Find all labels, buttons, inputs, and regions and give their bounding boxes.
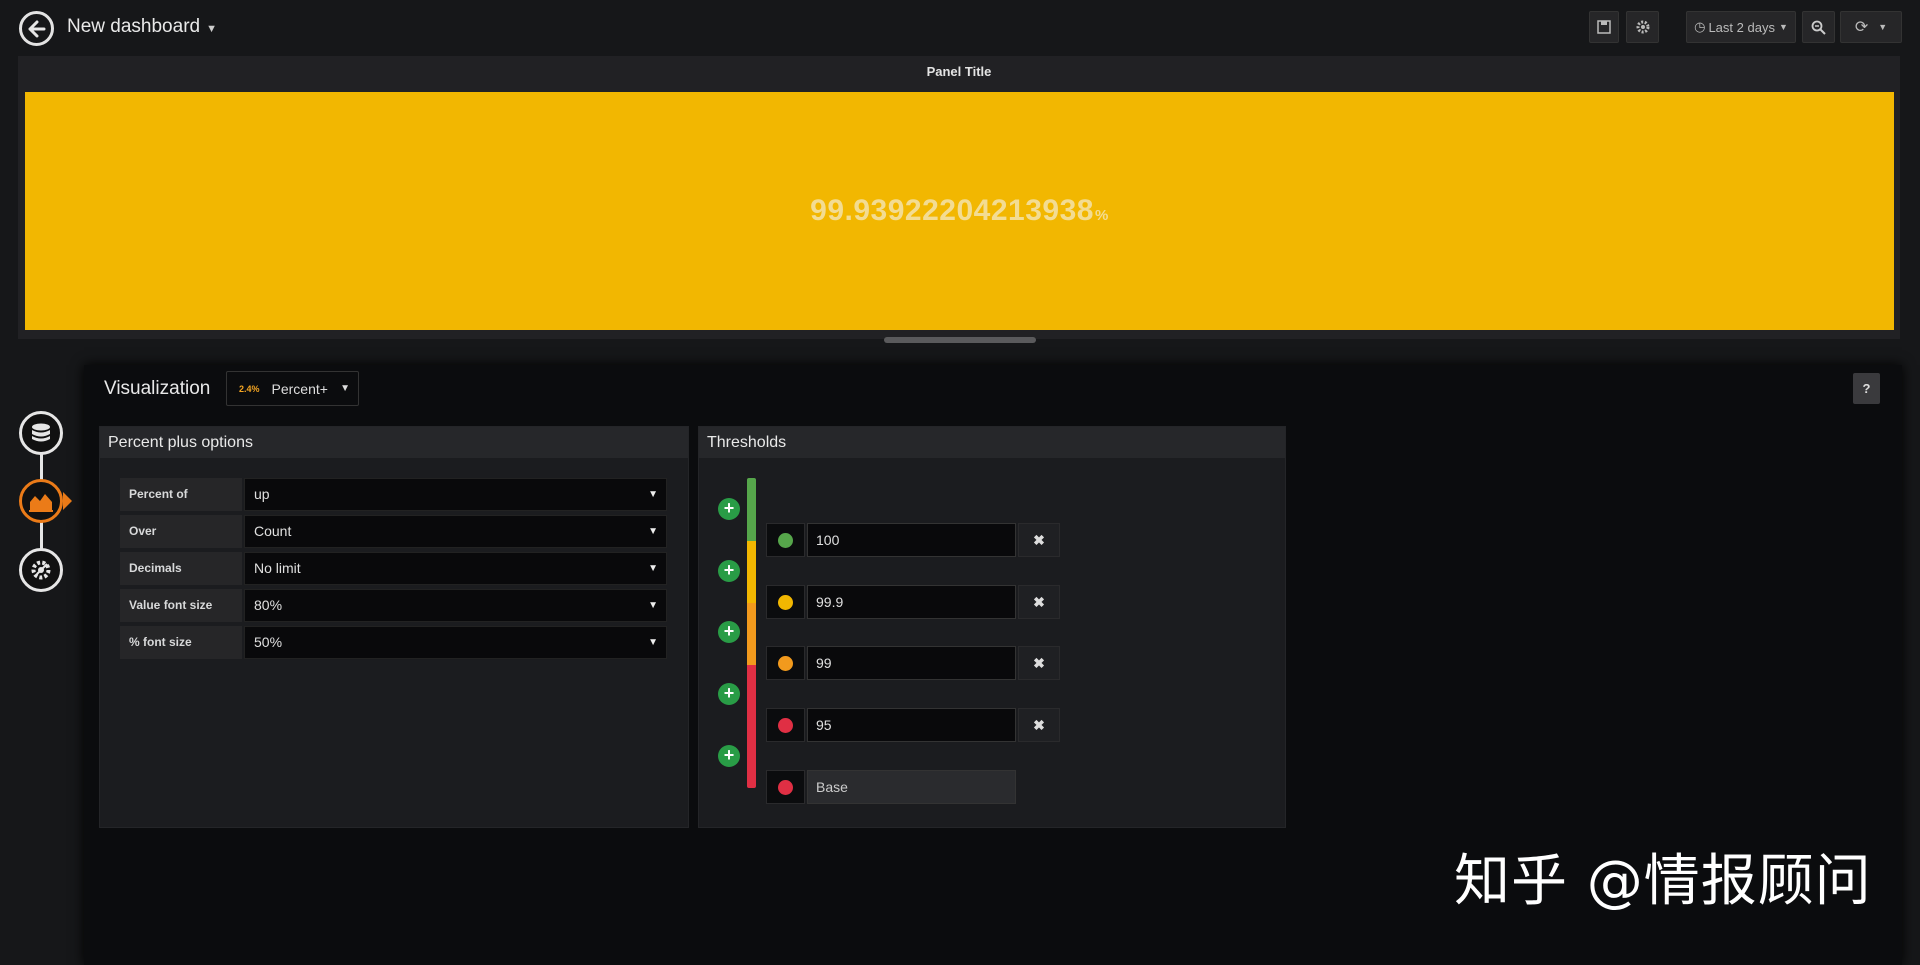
option-row-percent-font-size: % font size 50% ▼ [120,626,667,659]
value-font-size-select[interactable]: 80% ▼ [244,589,667,622]
color-dot [778,779,793,795]
add-threshold-button[interactable]: + [718,621,740,643]
option-row-over: Over Count ▼ [120,515,667,548]
percent-plus-options-group: Percent plus options Percent of up ▼ Over… [99,426,689,828]
option-label: Decimals [120,552,242,585]
panel-stat-area: 99.93922204213938% [25,92,1894,330]
watermark: 知乎 @情报顾问 [1454,849,1872,914]
add-threshold-button[interactable]: + [718,745,740,767]
top-navbar: New dashboard ▼ ◷ Last 2 days ▼ ⟳ ▼ [0,0,1920,55]
back-button[interactable] [19,11,54,46]
panel-stat-value: 99.93922204213938% [810,194,1109,228]
zoom-out-icon [1811,20,1826,35]
option-label: Percent of [120,478,242,511]
dashboard-title-text: New dashboard [67,16,201,37]
chart-area-icon [29,494,53,512]
group-title: Percent plus options [100,427,688,458]
visualization-tab[interactable] [19,479,63,523]
percent-plus-plugin-icon: 2.4% [239,383,260,394]
refresh-icon: ⟳ [1854,19,1869,36]
remove-threshold-button[interactable]: ✖ [1018,646,1060,680]
option-label: % font size [120,626,242,659]
threshold-value-input[interactable]: 99.9 [807,585,1016,619]
threshold-base-input: Base [807,770,1016,804]
panel-resize-handle[interactable] [884,337,1036,343]
chevron-down-icon: ▼ [206,23,217,35]
color-dot [778,594,793,610]
threshold-color-picker[interactable] [766,770,805,804]
threshold-bar-segment-green [747,478,756,541]
chevron-down-icon: ▼ [1778,22,1788,32]
threshold-bar-segment-orange [747,603,756,665]
threshold-color-picker[interactable] [766,708,805,742]
chevron-down-icon: ▼ [648,600,658,611]
settings-button[interactable] [1626,11,1659,43]
over-select[interactable]: Count ▼ [244,515,667,548]
threshold-color-picker[interactable] [766,585,805,619]
remove-threshold-button[interactable]: ✖ [1018,708,1060,742]
add-threshold-button[interactable]: + [718,560,740,582]
threshold-bar-segment-yellow [747,541,756,603]
active-tab-arrow-icon [63,492,72,510]
select-value: No limit [254,560,301,576]
threshold-color-picker[interactable] [766,523,805,557]
queries-tab[interactable] [19,411,63,455]
option-row-percent-of: Percent of up ▼ [120,478,667,511]
gear-icon [1636,20,1649,34]
add-threshold-button[interactable]: + [718,498,740,520]
add-threshold-button[interactable]: + [718,683,740,705]
save-icon [1597,20,1611,34]
panel-preview[interactable]: Panel Title 99.93922204213938% [18,56,1900,339]
percent-of-select[interactable]: up ▼ [244,478,667,511]
remove-threshold-button[interactable]: ✖ [1018,585,1060,619]
chevron-down-icon: ▼ [648,563,658,574]
decimals-select[interactable]: No limit ▼ [244,552,667,585]
panel-title[interactable]: Panel Title [18,64,1900,79]
general-settings-tab[interactable] [19,548,63,592]
zoom-out-button[interactable] [1802,11,1835,43]
select-value: 80% [254,597,283,613]
clock-icon: ◷ [1694,19,1706,34]
time-picker-button[interactable]: ◷ Last 2 days ▼ [1686,11,1796,43]
cog-wrench-icon [31,560,51,580]
stat-unit: % [1094,207,1109,224]
color-dot [778,532,793,548]
time-range-label: Last 2 days [1708,19,1775,35]
stat-number: 99.93922204213938 [810,194,1094,227]
select-value: Count [254,523,292,539]
chevron-down-icon: ▼ [648,489,658,500]
arrow-left-icon [28,20,45,37]
save-button[interactable] [1589,11,1619,43]
help-button[interactable]: ? [1853,373,1880,404]
color-dot [778,717,793,733]
thresholds-group: Thresholds [698,426,1286,828]
threshold-value-input[interactable]: 99 [807,646,1016,680]
select-value: 50% [254,634,283,650]
chevron-down-icon: ▼ [648,526,658,537]
dashboard-title[interactable]: New dashboard ▼ [67,16,217,38]
chevron-down-icon: ▼ [1878,22,1888,32]
threshold-color-picker[interactable] [766,646,805,680]
option-label: Value font size [120,589,242,622]
select-value: up [254,486,270,502]
threshold-bar-segment-red [747,665,756,788]
database-icon [32,423,50,442]
chevron-down-icon: ▼ [340,383,350,394]
threshold-value-input[interactable]: 95 [807,708,1016,742]
visualization-heading: Visualization [104,378,211,399]
color-dot [778,655,793,671]
remove-threshold-button[interactable]: ✖ [1018,523,1060,557]
percent-font-size-select[interactable]: 50% ▼ [244,626,667,659]
visualization-name: Percent+ [271,380,328,397]
option-label: Over [120,515,242,548]
option-row-value-font-size: Value font size 80% ▼ [120,589,667,622]
threshold-value-input[interactable]: 100 [807,523,1016,557]
refresh-button[interactable]: ⟳ ▼ [1840,11,1902,43]
threshold-color-bar [747,478,756,788]
visualization-picker[interactable]: 2.4% Percent+ ▼ [226,371,359,406]
group-title: Thresholds [699,427,1285,458]
option-row-decimals: Decimals No limit ▼ [120,552,667,585]
chevron-down-icon: ▼ [648,637,658,648]
